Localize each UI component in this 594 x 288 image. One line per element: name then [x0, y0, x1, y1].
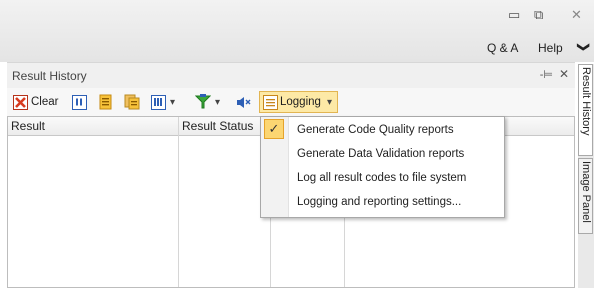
- side-tab-strip: Result History Image Panel: [578, 64, 594, 288]
- menu-item-data-validation[interactable]: Generate Data Validation reports: [297, 148, 464, 160]
- menu-qa[interactable]: Q & A: [487, 41, 518, 55]
- columns-dropdown-icon[interactable]: ▾: [170, 97, 175, 108]
- menu-help[interactable]: Help: [538, 41, 563, 55]
- copy-report-button[interactable]: [98, 93, 113, 111]
- clear-label: Clear: [31, 96, 59, 108]
- clear-icon: [13, 94, 28, 110]
- result-toolbar: Clear ▾ ▾ Logging ▾: [7, 88, 575, 116]
- column-divider: [178, 117, 179, 287]
- copy-report-icon: [98, 94, 113, 110]
- mute-button[interactable]: [236, 93, 251, 111]
- restore-button[interactable]: ⧉: [534, 7, 543, 23]
- minimize-button[interactable]: ▭: [508, 7, 520, 23]
- close-button[interactable]: ✕: [571, 7, 582, 23]
- export-report-icon: [124, 94, 140, 110]
- filter-icon: [195, 93, 211, 110]
- side-tab-result-history[interactable]: Result History: [578, 64, 593, 156]
- logging-dropdown-menu: ✓ Generate Code Quality reports Generate…: [260, 116, 505, 218]
- export-report-button[interactable]: [124, 93, 140, 111]
- logging-label: Logging: [280, 96, 321, 108]
- title-bar: ▭ ⧉ ✕ Q & A Help ❯: [0, 0, 594, 62]
- column-header-result-status[interactable]: Result Status: [182, 119, 253, 133]
- columns-icon: [151, 94, 166, 110]
- menu-item-log-result-codes[interactable]: Log all result codes to file system: [297, 172, 466, 184]
- pause-button[interactable]: [72, 93, 87, 111]
- panel-title: Result History: [12, 69, 87, 83]
- side-tab-label: Result History: [580, 67, 592, 136]
- column-header-result[interactable]: Result: [11, 119, 45, 133]
- menu-item-logging-settings[interactable]: Logging and reporting settings...: [297, 196, 461, 208]
- filter-dropdown-icon[interactable]: ▾: [215, 97, 220, 108]
- side-tab-label: Image Panel: [580, 161, 592, 223]
- logging-dropdown-icon: ▾: [326, 96, 332, 108]
- mute-sound-icon: [236, 95, 251, 110]
- columns-button[interactable]: ▾: [151, 93, 175, 111]
- chevron-down-icon[interactable]: ❯: [577, 42, 591, 52]
- pause-icon: [72, 94, 87, 110]
- filter-button[interactable]: ▾: [195, 93, 220, 111]
- clear-button[interactable]: Clear: [13, 93, 58, 111]
- logging-icon: [263, 94, 278, 110]
- panel-close-button[interactable]: ✕: [559, 67, 569, 81]
- panel-header: Result History -⊨ ✕: [7, 62, 575, 89]
- pin-icon[interactable]: -⊨: [540, 68, 553, 81]
- side-tab-image-panel[interactable]: Image Panel: [578, 158, 593, 234]
- menu-item-code-quality[interactable]: Generate Code Quality reports: [297, 124, 454, 136]
- check-icon: ✓: [264, 119, 284, 139]
- logging-button[interactable]: Logging ▾: [259, 91, 338, 113]
